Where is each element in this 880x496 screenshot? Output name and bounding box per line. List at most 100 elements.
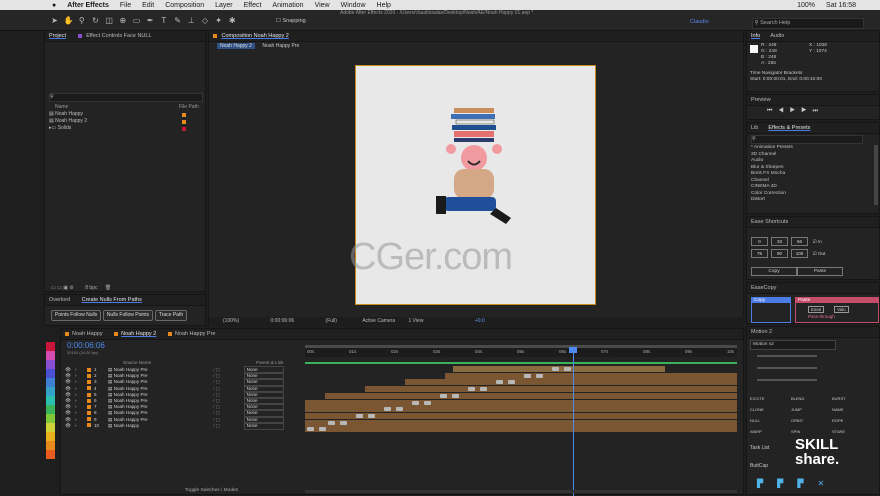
keyframe-marker[interactable] <box>552 367 559 371</box>
motion-tool[interactable]: CLONE <box>750 404 791 415</box>
current-time[interactable]: 0:00:06:06 <box>271 318 295 324</box>
palette-swatch[interactable] <box>46 423 55 432</box>
layer-label-color[interactable] <box>87 373 91 378</box>
project-item[interactable]: ▤ Noah Happy <box>49 111 199 118</box>
keyframe-marker[interactable] <box>396 407 403 412</box>
motion-tool[interactable]: WARP <box>750 426 791 437</box>
palette-swatch[interactable] <box>46 378 55 387</box>
keyframe-marker[interactable] <box>508 380 515 385</box>
layer-label-color[interactable] <box>87 386 91 391</box>
layer-label-color[interactable] <box>87 380 91 385</box>
keyframe-marker[interactable] <box>340 420 347 425</box>
ease-preset[interactable]: 90 <box>771 249 788 258</box>
easecopy-copy-button[interactable]: Copy <box>752 298 790 303</box>
label-color[interactable] <box>182 127 186 131</box>
paste-value-toggle[interactable]: Valu <box>834 306 849 313</box>
layer-duration-bar[interactable] <box>453 366 665 372</box>
keyframe-marker[interactable] <box>356 413 363 418</box>
keyframe-marker[interactable] <box>368 413 375 418</box>
tab-create-nulls[interactable]: Create Nulls From Paths <box>82 297 142 303</box>
trash-icon[interactable]: 🗑 <box>105 285 111 291</box>
timeline-zoom-slider[interactable] <box>305 490 737 493</box>
motion-tool[interactable]: JUMP <box>791 404 832 415</box>
mask-tool-icon[interactable]: ▭ <box>132 16 141 25</box>
settings-icon[interactable]: ⚙ <box>69 285 73 291</box>
cap-icon[interactable]: ▛ <box>757 479 777 488</box>
ease-in-check[interactable]: ☑ In <box>813 239 822 244</box>
palette-swatch[interactable] <box>46 360 55 369</box>
motion-slider-2[interactable] <box>757 367 817 369</box>
keyframe-marker[interactable] <box>307 427 314 432</box>
crumb-noah-happy-2[interactable]: Noah Happy 2 <box>217 43 255 49</box>
palette-swatch[interactable] <box>46 432 55 441</box>
workspace-label[interactable]: Claudio <box>690 19 709 25</box>
motion-tool[interactable]: NAME <box>832 404 872 415</box>
menu-composition[interactable]: Composition <box>165 2 204 9</box>
last-frame-icon[interactable]: ⏭ <box>812 108 823 114</box>
cap-icon[interactable]: ▛ <box>797 479 817 488</box>
palette-swatch[interactable] <box>46 396 55 405</box>
col-name[interactable]: Name <box>55 104 68 111</box>
pass-through-toggle[interactable]: Pass-through <box>808 314 835 319</box>
keyframe-marker[interactable] <box>319 427 326 432</box>
eye-icon[interactable]: 👁 <box>65 423 75 429</box>
nulls-follow-points-button[interactable]: Nulls Follow Points <box>102 310 154 321</box>
palette-swatch[interactable] <box>46 441 55 450</box>
menu-help[interactable]: Help <box>377 2 391 9</box>
next-frame-icon[interactable]: ▶ <box>801 108 812 114</box>
tab-effect-controls[interactable]: Effect Controls Face NULL <box>86 33 151 39</box>
tab-lib[interactable]: Lib <box>751 125 758 131</box>
layer-label-color[interactable] <box>87 417 91 422</box>
layer-duration-bar[interactable] <box>405 379 737 386</box>
twirl-icon[interactable]: › <box>75 423 87 429</box>
pan-tool-icon[interactable]: ⊕ <box>118 16 127 25</box>
buttcap-tab[interactable]: ButtCap <box>750 463 768 469</box>
playhead-handle[interactable] <box>569 347 577 353</box>
search-help-input[interactable]: ⚲ Search Help <box>752 18 864 29</box>
keyframe-marker[interactable] <box>440 393 447 398</box>
keyframe-marker[interactable] <box>496 380 503 385</box>
layer-label-color[interactable] <box>87 423 91 428</box>
keyframe-marker[interactable] <box>468 387 475 392</box>
layer-label-color[interactable] <box>87 398 91 403</box>
eraser-tool-icon[interactable]: ◇ <box>200 16 209 25</box>
tab-composition[interactable]: Composition Noah Happy 2 <box>222 33 289 39</box>
layer-duration-bar[interactable] <box>365 386 737 393</box>
project-item[interactable]: ▤ Noah Happy 2 <box>49 118 199 125</box>
motion-slider-1[interactable] <box>757 355 817 357</box>
preview-title[interactable]: Preview <box>747 95 879 106</box>
ease-preset[interactable]: 0 <box>751 237 768 246</box>
menu-effect[interactable]: Effect <box>244 2 262 9</box>
label-color[interactable] <box>182 120 186 124</box>
keyframe-marker[interactable] <box>412 400 419 405</box>
prev-frame-icon[interactable]: ◀ <box>778 108 789 114</box>
ease-preset[interactable]: 75 <box>751 249 768 258</box>
zoom-select[interactable]: (100%) <box>223 318 239 324</box>
timeline-current-time[interactable]: 0:00:06:06 <box>67 341 105 350</box>
effects-scrollbar[interactable] <box>874 145 878 205</box>
brush-tool-icon[interactable]: ✎ <box>173 16 182 25</box>
motion-tab[interactable]: Motion 2 <box>747 327 879 338</box>
cap-icon[interactable]: ▛ <box>777 479 797 488</box>
menu-file[interactable]: File <box>120 2 131 9</box>
col-source-name[interactable]: Source Name <box>123 360 151 365</box>
fx-category[interactable]: Distort <box>747 197 872 204</box>
effects-search-input[interactable]: ⚲ <box>751 135 863 144</box>
layer-duration-bar[interactable] <box>305 399 737 406</box>
time-ruler[interactable]: 00s 01s 02s 03s 04s 05s 06s 07s 08s 09s 10s <box>305 345 737 357</box>
puppet-tool-icon[interactable]: ✱ <box>228 16 237 25</box>
menu-edit[interactable]: Edit <box>142 2 154 9</box>
keyframe-marker[interactable] <box>564 367 571 371</box>
tab-audio[interactable]: Audio <box>770 33 784 39</box>
first-frame-icon[interactable]: ⏮ <box>767 108 778 114</box>
cap-icon[interactable]: ✕ <box>817 479 838 488</box>
type-tool-icon[interactable]: T <box>159 16 168 25</box>
menu-animation[interactable]: Animation <box>272 2 303 9</box>
ease-paste-button[interactable]: Paste <box>797 267 843 276</box>
motion-tool[interactable]: STARE <box>832 426 872 437</box>
playhead[interactable] <box>573 347 574 496</box>
exposure-value[interactable]: +0.0 <box>475 318 485 324</box>
motion-tool[interactable]: ROPE <box>832 415 872 426</box>
keyframe-marker[interactable] <box>452 393 459 398</box>
keyframe-marker[interactable] <box>424 400 431 405</box>
